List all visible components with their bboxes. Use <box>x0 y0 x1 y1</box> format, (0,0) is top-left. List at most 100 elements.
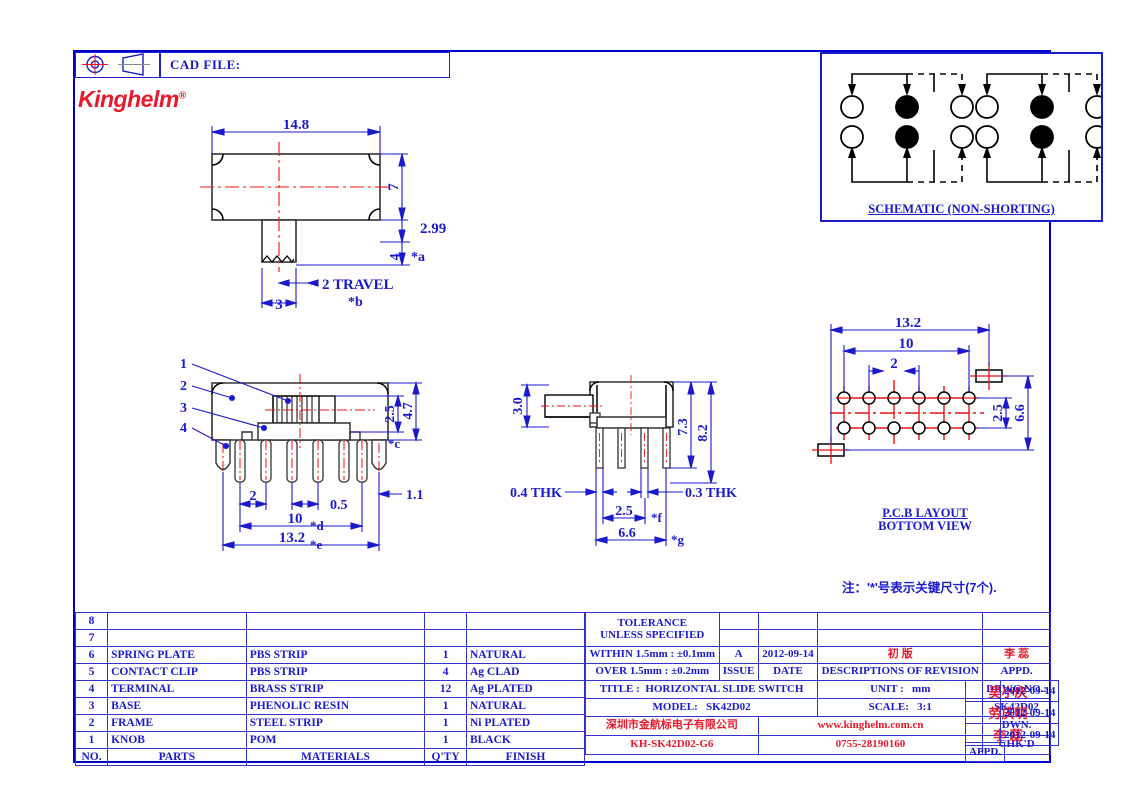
row-qty: 1 <box>424 697 467 715</box>
table-row: 2 FRAME STEEL STRIP 1 Ni PLATED <box>74 714 586 732</box>
svg-text:1: 1 <box>180 357 187 372</box>
chkd-date-row: 2012-09-14 <box>999 701 1060 724</box>
scale-label: SCALE: <box>868 700 909 713</box>
company-name-cn: 深圳市金航标电子有限公司 <box>585 716 759 736</box>
pcb-layout-caption-line2: BOTTOM VIEW <box>878 519 972 533</box>
row-material <box>245 629 426 647</box>
table-header-row: NO. PARTS MATERIALS Q'TY FINISH <box>74 748 586 766</box>
svg-text:2.5: 2.5 <box>991 404 1006 422</box>
row-finish: Ni PLATED <box>465 714 586 732</box>
issue-value: A <box>718 646 759 664</box>
tolerance-line2: UNLESS SPECIFIED <box>600 628 705 641</box>
row-qty <box>424 629 467 647</box>
row-part: SPRING PLATE <box>107 646 247 664</box>
unit-value: mm <box>912 682 931 695</box>
logo-text: Kinghelm <box>78 86 179 112</box>
row-finish <box>465 629 586 647</box>
header-qty: Q'TY <box>424 748 467 766</box>
svg-text:8.2: 8.2 <box>696 424 711 442</box>
svg-text:2: 2 <box>250 489 257 504</box>
schematic-caption: SCHEMATIC (NON-SHORTING) <box>868 202 1055 216</box>
row-no: 1 <box>74 731 109 749</box>
top-view-drawing: 14.8 7 2.99 4 *a 3 2 TRAVEL *b <box>200 120 446 313</box>
svg-text:*d: *d <box>310 518 325 533</box>
row-material: PBS STRIP <box>245 646 426 664</box>
svg-text:13.2: 13.2 <box>895 318 921 331</box>
company-phone: 0755-28190160 <box>757 735 984 755</box>
row-material: PHENOLIC RESIN <box>245 697 426 715</box>
company-website: www.kinghelm.com.cn <box>757 716 984 736</box>
svg-text:7.3: 7.3 <box>676 418 691 436</box>
svg-text:13.2: 13.2 <box>279 530 305 546</box>
table-row: 5 CONTACT CLIP PBS STRIP 4 Ag CLAD <box>74 663 586 681</box>
revision-value: 初 版 <box>817 646 984 664</box>
row-material <box>245 612 426 630</box>
row-finish: Ag CLAD <box>465 663 586 681</box>
appd-header-label: APPD. <box>982 663 1051 681</box>
header-finish: FINISH <box>465 748 586 766</box>
row-no: 7 <box>74 629 109 647</box>
tolerance-header-row: TOLERANCE UNLESS SPECIFIED <box>585 612 1051 647</box>
row-finish: Ag PLATED <box>465 680 586 698</box>
appd-blank-top <box>982 612 1051 630</box>
svg-text:2 TRAVEL: 2 TRAVEL <box>322 277 394 293</box>
table-row: 8 <box>74 612 586 630</box>
pcb-layout-drawing: 13.2 10 2 2.5 6.6 <box>812 318 1034 464</box>
tolerance-within: WITHIN 1.5mm : ±0.1mm <box>585 646 720 664</box>
row-qty: 1 <box>424 714 467 732</box>
svg-text:4: 4 <box>388 254 403 261</box>
appd-date: 2012-09-14 <box>999 723 1060 746</box>
appd-label-table: APPD. <box>964 742 1006 762</box>
front-view-drawing: 1 2 3 4 4.7 2.5 *c 1.1 2 0.5 10 *d 13.2 … <box>180 357 424 552</box>
row-part <box>107 612 247 630</box>
row-material: PBS STRIP <box>245 663 426 681</box>
svg-text:0.4 THK: 0.4 THK <box>510 486 562 501</box>
row-material: STEEL STRIP <box>245 714 426 732</box>
side-view-drawing: 3.0 7.3 8.2 0.4 THK 0.3 THK 2.5 *f 6.6 *… <box>510 375 737 547</box>
svg-text:*b: *b <box>348 295 363 310</box>
svg-text:2: 2 <box>890 356 898 372</box>
svg-text:4.7: 4.7 <box>401 402 416 420</box>
svg-text:10: 10 <box>288 511 303 527</box>
svg-text:4: 4 <box>180 421 187 436</box>
svg-text:*e: *e <box>310 537 323 552</box>
appd-date-row: 2012-09-14 <box>999 723 1060 746</box>
row-part: CONTACT CLIP <box>107 663 247 681</box>
svg-text:3: 3 <box>180 401 187 416</box>
unit-label: UNIT : <box>870 682 904 695</box>
date-blank-top <box>757 612 819 630</box>
row-part: FRAME <box>107 714 247 732</box>
schematic-diagram <box>840 73 1101 183</box>
revision-blank-top <box>817 612 984 630</box>
date-value: 2012-09-14 <box>757 646 819 664</box>
row-no: 2 <box>74 714 109 732</box>
row-part: TERMINAL <box>107 680 247 698</box>
row-qty: 12 <box>424 680 467 698</box>
svg-text:7: 7 <box>386 183 402 191</box>
title-label: TITLE : <box>599 682 640 695</box>
svg-text:6.6: 6.6 <box>618 526 636 541</box>
revision-values-row: WITHIN 1.5mm : ±0.1mm A 2012-09-14 初 版 李… <box>585 646 1051 664</box>
first-angle-projection-symbol <box>82 53 150 76</box>
drawing-sheet: CAD FILE: Kinghelm® SCHEMATIC (NON-SHORT… <box>0 0 1123 793</box>
header-parts: PARTS <box>107 748 247 766</box>
part-number: KH-SK42D02-G6 <box>585 735 759 755</box>
svg-text:6.6: 6.6 <box>1013 404 1028 422</box>
table-row: 3 BASE PHENOLIC RESIN 1 NATURAL <box>74 697 586 715</box>
row-no: 5 <box>74 663 109 681</box>
row-no: 6 <box>74 646 109 664</box>
row-material: POM <box>245 731 426 749</box>
appd-header-name: 李 蕊 <box>982 646 1051 664</box>
svg-text:2.99: 2.99 <box>420 221 446 237</box>
model-cell: MODEL: SK42D02 <box>584 698 819 717</box>
svg-text:*a: *a <box>411 250 425 265</box>
date-label: DATE <box>757 663 819 681</box>
row-qty: 1 <box>424 731 467 749</box>
row-part: BASE <box>107 697 247 715</box>
row-finish <box>465 612 586 630</box>
scale-cell: SCALE: 3:1 <box>817 698 984 717</box>
model-value: SK42D02 <box>706 700 751 713</box>
tolerance-over: OVER 1.5mm : ±0.2mm <box>585 663 720 681</box>
appd-blank-top2 <box>982 629 1051 647</box>
svg-text:*f: *f <box>651 510 663 525</box>
